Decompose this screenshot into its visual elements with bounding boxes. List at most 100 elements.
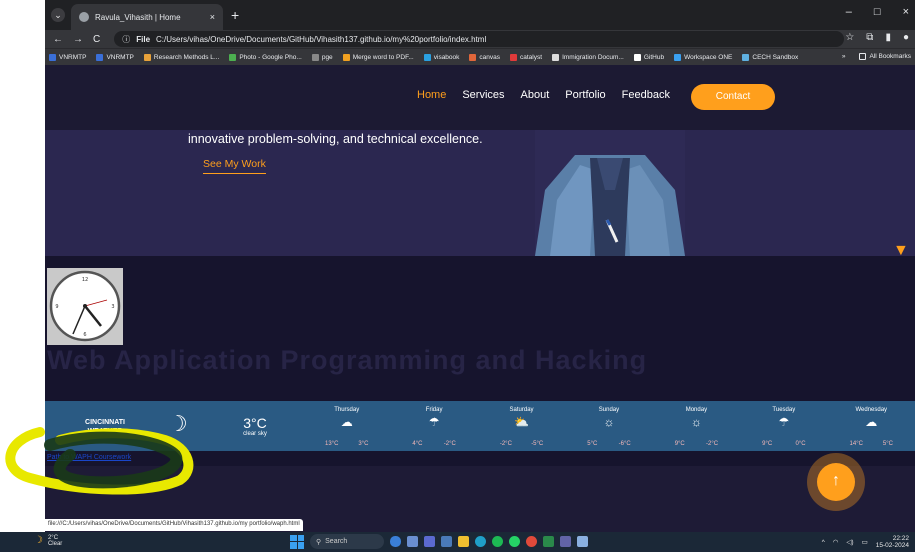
system-tray: ^ ◠ ◁) ▭ 22:22 15-02-2024 xyxy=(822,535,909,549)
forecast-days: Thursday ☁ 13°C 3°C Friday ☂ 4°C -2°C Sa… xyxy=(303,401,915,451)
scroll-to-top-button[interactable]: ↑ xyxy=(807,453,865,511)
sidebar-icon[interactable]: ▮ xyxy=(885,32,891,43)
spotify-icon[interactable] xyxy=(492,536,503,547)
profile-avatar[interactable]: ● xyxy=(903,32,909,43)
forecast-day: Tuesday ☂ 9°C 0°C xyxy=(740,401,827,451)
bookmark-item[interactable]: VNRMTP xyxy=(49,53,86,61)
weather-widget: CINCINNATI WEATHER ☽ 3°C clear sky Thurs… xyxy=(45,401,915,451)
waph-title: Web Application Programming and Hacking xyxy=(47,345,648,375)
nav-links: Home Services About Portfolio Feedback xyxy=(417,89,670,101)
bookmark-item[interactable]: Merge word to PDF... xyxy=(342,53,414,61)
teams-icon[interactable] xyxy=(560,536,571,547)
bookmark-item[interactable]: GitHub xyxy=(633,53,664,61)
bookmark-icon xyxy=(423,53,431,61)
profile-photo xyxy=(535,130,685,256)
bookmark-item[interactable]: CECH Sandbox xyxy=(742,53,798,61)
tab-bar: ⌄ Ravula_Vihasith | Home × + – □ × xyxy=(45,0,915,30)
analog-clock: 12 3 6 9 xyxy=(47,268,123,345)
nav-services[interactable]: Services xyxy=(462,89,504,101)
bookmark-item[interactable]: Workspace ONE xyxy=(674,53,732,61)
bookmark-item[interactable]: Immigration Docum... xyxy=(552,53,624,61)
taskbar-app-icon[interactable] xyxy=(577,536,588,547)
bookmark-icon xyxy=(342,53,350,61)
bookmark-icon xyxy=(96,53,104,61)
partly-cloudy-icon: ⛅ xyxy=(514,415,530,429)
back-button[interactable]: ← xyxy=(53,34,63,45)
taskbar-app-icon[interactable] xyxy=(407,536,418,547)
wifi-icon[interactable]: ◠ xyxy=(833,538,839,546)
windows-start-icon[interactable] xyxy=(290,534,304,549)
volume-icon[interactable]: ◁) xyxy=(846,538,853,546)
bookmark-item[interactable]: catalyst xyxy=(510,53,542,61)
waph-coursework-link[interactable]: Path to WAPH Coursework xyxy=(47,454,131,461)
edge-icon[interactable] xyxy=(475,536,486,547)
bookmark-item[interactable]: VNRMTP xyxy=(96,53,134,61)
taskbar-app-icon[interactable] xyxy=(424,536,435,547)
new-tab-button[interactable]: + xyxy=(231,7,239,23)
chevron-up-icon[interactable]: ^ xyxy=(822,539,825,546)
all-bookmarks-button[interactable]: All Bookmarks xyxy=(859,53,911,60)
taskbar-search[interactable]: ⚲ Search xyxy=(310,534,384,549)
nav-feedback[interactable]: Feedback xyxy=(622,89,670,101)
desktop-edge xyxy=(0,0,45,532)
taskbar-app-icon[interactable] xyxy=(390,536,401,547)
contact-button[interactable]: Contact xyxy=(691,84,775,110)
moon-icon: ☽ xyxy=(34,535,43,546)
bookmarks-bar: VNRMTP VNRMTP Research Methods L... Phot… xyxy=(45,48,915,65)
see-my-work-link[interactable]: See My Work xyxy=(203,158,266,174)
taskbar: ☽ 2°C Clear ⚲ Search ^ ◠ ◁) ▭ 22:22 15-02… xyxy=(0,532,915,552)
close-window-button[interactable]: × xyxy=(903,6,909,18)
forecast-day: Sunday ☼ 5°C -6°C xyxy=(565,401,652,451)
taskbar-clock[interactable]: 22:22 15-02-2024 xyxy=(876,535,909,549)
forecast-day: Saturday ⛅ -2°C -5°C xyxy=(478,401,565,451)
forecast-day: Wednesday ☁ 14°C 5°C xyxy=(828,401,915,451)
rain-icon: ☂ xyxy=(428,415,440,429)
bookmark-icon xyxy=(469,53,477,61)
bookmark-item[interactable]: pge xyxy=(311,53,333,61)
bookmark-item[interactable]: Research Methods L... xyxy=(143,53,219,61)
reload-button[interactable]: C xyxy=(93,34,100,45)
moon-icon: ☽ xyxy=(168,411,188,436)
current-weather: 3°C clear sky xyxy=(235,415,275,437)
folder-icon[interactable] xyxy=(458,536,469,547)
maximize-button[interactable]: □ xyxy=(874,6,881,18)
chrome-icon[interactable] xyxy=(526,536,537,547)
bookmark-item[interactable]: canvas xyxy=(469,53,500,61)
bookmark-icon xyxy=(143,53,151,61)
arrow-up-icon[interactable]: ↑ xyxy=(817,463,855,501)
sun-icon: ☼ xyxy=(603,415,615,429)
whatsapp-icon[interactable] xyxy=(509,536,520,547)
minimize-button[interactable]: – xyxy=(846,6,852,18)
bookmark-item[interactable]: visabook xyxy=(423,53,459,61)
bookmark-star-icon[interactable]: ☆ xyxy=(845,32,854,43)
tab-close-icon[interactable]: × xyxy=(210,12,215,22)
nav-home[interactable]: Home xyxy=(417,89,446,101)
bookmark-item[interactable]: Photo - Google Pho... xyxy=(229,53,302,61)
current-desc: clear sky xyxy=(243,431,267,437)
address-url[interactable]: C:/Users/vihas/OneDrive/Documents/GitHub… xyxy=(156,35,486,44)
cloud-icon: ☁ xyxy=(340,415,353,429)
tab-search-icon[interactable]: ⌄ xyxy=(51,8,65,22)
battery-icon[interactable]: ▭ xyxy=(862,538,868,546)
bookmark-icon xyxy=(674,53,682,61)
bookmark-icon xyxy=(633,53,641,61)
bookmark-icon xyxy=(742,53,750,61)
address-bar[interactable]: ⓘ File C:/Users/vihas/OneDrive/Documents… xyxy=(114,31,845,47)
forward-button[interactable]: → xyxy=(73,34,83,45)
more-bookmarks-button[interactable]: » xyxy=(842,53,846,60)
nav-portfolio[interactable]: Portfolio xyxy=(565,89,605,101)
web-page: Home Services About Portfolio Feedback C… xyxy=(45,65,915,532)
svg-text:12: 12 xyxy=(82,277,88,283)
address-chip: File xyxy=(136,34,151,44)
forecast-day: Friday ☂ 4°C -2°C xyxy=(390,401,477,451)
folder-icon xyxy=(859,53,867,60)
svg-text:6: 6 xyxy=(83,332,86,338)
bookmark-icon xyxy=(229,53,237,61)
taskbar-app-icon[interactable] xyxy=(543,536,554,547)
nav-about[interactable]: About xyxy=(521,89,550,101)
taskbar-weather[interactable]: ☽ 2°C Clear xyxy=(34,535,62,547)
extensions-icon[interactable]: ⧉ xyxy=(866,32,873,43)
tab-home[interactable]: Ravula_Vihasith | Home × xyxy=(71,4,223,30)
taskbar-app-icon[interactable] xyxy=(441,536,452,547)
info-icon[interactable]: ⓘ xyxy=(122,34,130,45)
